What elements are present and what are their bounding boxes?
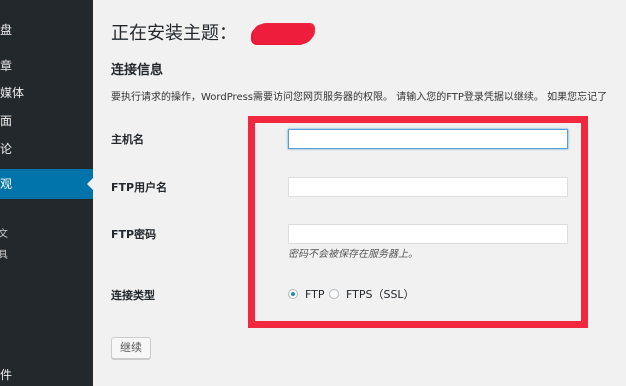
redaction-mark [253, 24, 313, 44]
ftp-password-input[interactable] [288, 224, 568, 244]
sidebar-item-media[interactable]: 多媒体 [0, 84, 93, 102]
sidebar-item-pages[interactable]: 页面 [0, 112, 93, 130]
submenu-item[interactable]: 文 [0, 228, 30, 242]
continue-button[interactable]: 继续 [111, 337, 151, 359]
sidebar-item-appearance[interactable]: 外观 [0, 169, 93, 199]
ftp-password-label: FTP密码 [111, 228, 157, 241]
sidebar-item-label: 文章 [0, 59, 13, 73]
main-content: 正在安装主题： 连接信息 要执行请求的操作，WordPress需要访问您网页服务… [93, 0, 626, 386]
sidebar-item-label: 外观 [0, 177, 13, 191]
ftps-radio[interactable] [329, 289, 339, 299]
sidebar-item-plugins[interactable]: 插件 [0, 366, 93, 384]
hostname-label: 主机名 [111, 133, 144, 146]
ftp-username-label: FTP用户名 [111, 181, 168, 194]
section-title: 连接信息 [111, 63, 164, 78]
ftp-radio[interactable] [288, 289, 298, 299]
ftps-radio-label[interactable]: FTPS（SSL） [346, 287, 415, 303]
instructions-text: 要执行请求的操作，WordPress需要访问您网页服务器的权限。 请输入您的FT… [111, 92, 608, 103]
sidebar-item-label: 评论 [0, 142, 13, 156]
ftp-radio-label[interactable]: FTP [305, 287, 325, 303]
sidebar-item-label: 页面 [0, 114, 13, 128]
sidebar-item-label: 多媒体 [0, 86, 25, 100]
sidebar-item-label: 插件 [0, 368, 13, 382]
ftp-username-input[interactable] [288, 177, 568, 197]
sidebar-item-dashboard[interactable]: 仪表盘 [0, 21, 93, 39]
sidebar-item-label: 仪表盘 [0, 23, 13, 37]
submenu-item[interactable]: 具 [0, 249, 30, 263]
sidebar-item-comments[interactable]: 评论 [0, 140, 93, 158]
sidebar-item-posts[interactable]: 文章 [0, 57, 93, 75]
password-hint: 密码不会被保存在服务器上。 [288, 249, 418, 260]
connection-type-label: 连接类型 [111, 289, 155, 302]
hostname-input[interactable] [288, 129, 568, 149]
page-title: 正在安装主题： [111, 23, 237, 44]
admin-sidebar: 仪表盘 文章 多媒体 页面 评论 外观 文 具 插件 [0, 0, 93, 386]
